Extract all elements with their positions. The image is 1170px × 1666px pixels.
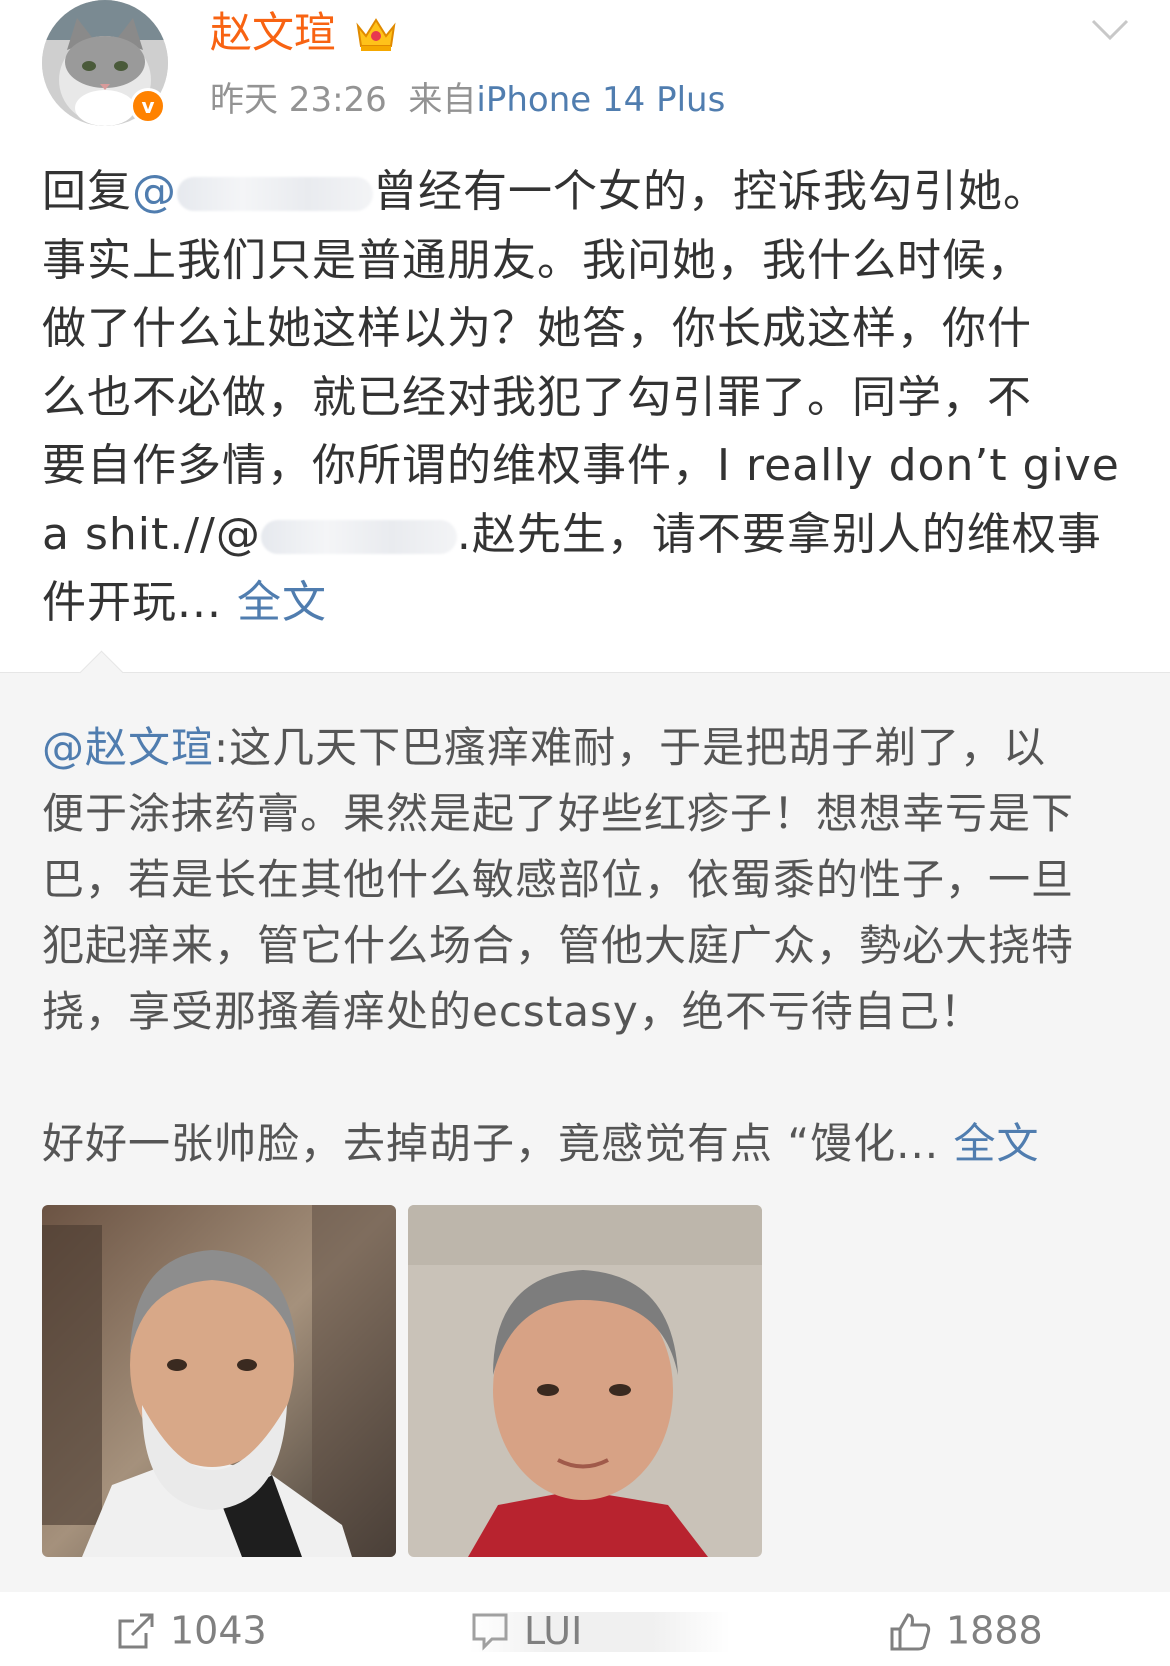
repost-full-text-link[interactable]: 全文	[954, 1119, 1040, 1168]
comment-button[interactable]: LUI	[470, 1606, 730, 1666]
share-button[interactable]: 1043	[116, 1606, 267, 1666]
post-line-6-start: a shit.//@	[42, 508, 261, 560]
repost-card[interactable]: @赵文瑄:这几天下巴瘙痒难耐，于是把胡子剃了，以 便于涂抹药膏。果然是起了好些红…	[0, 650, 1170, 1593]
post-line: 件开玩... 全文	[42, 569, 1132, 638]
comment-count: LUI	[524, 1608, 583, 1653]
post-line-1: 曾经有一个女的，控诉我勾引她。	[373, 166, 1048, 217]
post-header: v 赵文瑄 昨天 23:26 来自iPhone 14 Plus	[0, 0, 1170, 140]
vip-crown-icon[interactable]	[354, 14, 398, 54]
repost-line-3: 巴，若是长在其他什么敏感部位，依蜀黍的性子，一旦	[42, 855, 1075, 904]
like-count: 1888	[946, 1608, 1043, 1653]
post-line-5: 要自作多情，你所谓的维权事件，I really don’t give	[42, 440, 1120, 491]
share-count: 1043	[170, 1608, 267, 1653]
post-meta: 昨天 23:26 来自iPhone 14 Plus	[210, 78, 725, 122]
action-bar: 1043 LUI 1888	[0, 1592, 1170, 1666]
repost-line-4: 犯起痒来，管它什么场合，管他大庭广众，勢必大挠特	[42, 921, 1075, 970]
repost-text: @赵文瑄:这几天下巴瘙痒难耐，于是把胡子剃了，以 便于涂抹药膏。果然是起了好些红…	[42, 715, 1132, 1177]
post-line-2: 事实上我们只是普通朋友。我问她，我什么时候，	[42, 234, 1032, 286]
post-line-7: 件开玩...	[42, 577, 222, 628]
repost-line-5: 挠，享受那搔着痒处的ecstasy，绝不亏待自己！	[42, 987, 983, 1036]
at-sign: @	[132, 166, 177, 217]
like-icon	[890, 1612, 931, 1650]
like-button[interactable]: 1888	[888, 1606, 1043, 1666]
comment-icon	[472, 1613, 508, 1651]
reply-prefix: 回复	[42, 166, 132, 217]
post-line-4: 么也不必做，就已经对我犯了勾引罪了。同学，不	[42, 371, 1032, 423]
post-line: a shit.//@ .赵先生，请不要拿别人的维权事	[42, 501, 1132, 570]
verified-badge-icon: v	[130, 88, 166, 124]
chevron-down-icon[interactable]	[1090, 18, 1130, 42]
post-device[interactable]: iPhone 14 Plus	[476, 80, 725, 120]
post-text: 回复@ 曾经有一个女的，控诉我勾引她。 事实上我们只是普通朋友。我问她，我什么时候…	[42, 158, 1132, 638]
share-icon	[118, 1613, 154, 1648]
post-line-6-rest: .赵先生，请不要拿别人的维权事	[456, 508, 1102, 560]
repost-mention[interactable]: @赵文瑄	[42, 723, 214, 772]
post-line-3: 做了什么让她这样以为？她答，你长成这样，你什	[42, 303, 1032, 354]
full-text-link[interactable]: 全文	[237, 577, 327, 628]
blurred-username	[260, 519, 457, 554]
repost-notch	[79, 650, 124, 695]
username[interactable]: 赵文瑄	[210, 6, 336, 60]
mention-link[interactable]: @	[132, 166, 373, 217]
repost-line-1: :这几天下巴瘙痒难耐，于是把胡子剃了，以	[214, 723, 1047, 772]
post-time: 昨天 23:26	[210, 80, 387, 120]
photo-clean-shaven[interactable]	[408, 1205, 762, 1557]
repost-second-para: 好好一张帅脸，去掉胡子，竟感觉有点 “馒化...	[42, 1119, 940, 1168]
repost-line-2: 便于涂抹药膏。果然是起了好些红疹子！想想幸亏是下	[42, 789, 1075, 838]
photo-bearded[interactable]	[42, 1205, 396, 1557]
post-line: 回复@ 曾经有一个女的，控诉我勾引她。	[42, 158, 1132, 227]
post-source-prefix: 来自	[408, 80, 477, 120]
blurred-username	[177, 177, 373, 211]
